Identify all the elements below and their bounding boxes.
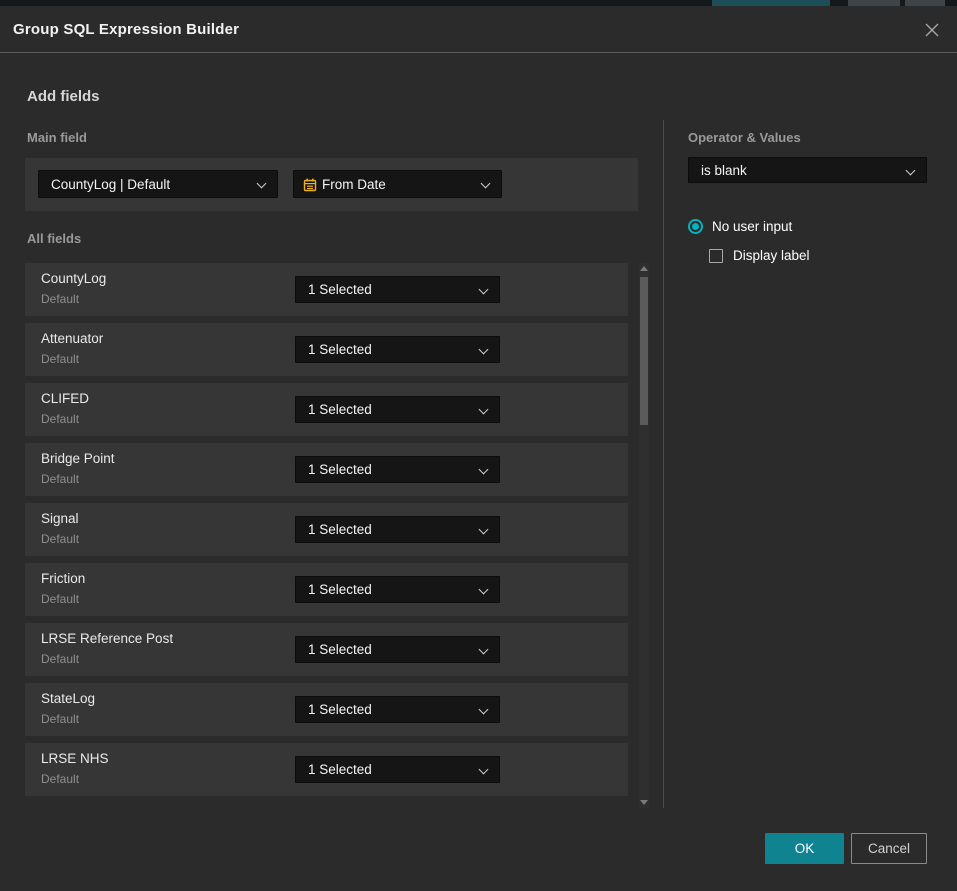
main-field-label: Main field bbox=[27, 130, 87, 145]
scroll-down-icon[interactable] bbox=[640, 800, 648, 805]
dialog-titlebar: Group SQL Expression Builder bbox=[0, 6, 957, 53]
operator-dropdown[interactable]: is blank bbox=[688, 157, 927, 183]
field-selection-value: 1 Selected bbox=[308, 282, 372, 297]
field-selection-dropdown[interactable]: 1 Selected bbox=[295, 456, 500, 483]
field-row: CountyLog Default 1 Selected bbox=[25, 263, 628, 316]
close-icon bbox=[924, 22, 940, 38]
chevron-down-icon bbox=[479, 465, 489, 475]
no-user-input-radio[interactable]: No user input bbox=[688, 219, 792, 234]
field-row: Signal Default 1 Selected bbox=[25, 503, 628, 556]
field-selection-value: 1 Selected bbox=[308, 402, 372, 417]
field-row: LRSE NHS Default 1 Selected bbox=[25, 743, 628, 796]
chevron-down-icon bbox=[479, 285, 489, 295]
field-row: Friction Default 1 Selected bbox=[25, 563, 628, 616]
field-selection-value: 1 Selected bbox=[308, 342, 372, 357]
field-name: Friction bbox=[41, 571, 85, 586]
checkbox-label: Display label bbox=[733, 248, 810, 263]
main-field-field-dropdown[interactable]: From Date bbox=[293, 170, 502, 198]
field-name: Signal bbox=[41, 511, 79, 526]
calendar-icon bbox=[302, 177, 318, 193]
radio-icon bbox=[688, 219, 703, 234]
chevron-down-icon bbox=[479, 345, 489, 355]
checkbox-icon bbox=[709, 249, 723, 263]
field-subtitle: Default bbox=[41, 712, 79, 726]
field-subtitle: Default bbox=[41, 472, 79, 486]
field-row: Bridge Point Default 1 Selected bbox=[25, 443, 628, 496]
chevron-down-icon bbox=[479, 405, 489, 415]
field-name: CountyLog bbox=[41, 271, 106, 286]
field-subtitle: Default bbox=[41, 772, 79, 786]
close-button[interactable] bbox=[919, 17, 945, 43]
operator-values-heading: Operator & Values bbox=[688, 130, 801, 145]
field-selection-value: 1 Selected bbox=[308, 522, 372, 537]
main-field-field-value: From Date bbox=[322, 177, 386, 192]
main-field-source-value: CountyLog | Default bbox=[51, 177, 170, 192]
field-subtitle: Default bbox=[41, 592, 79, 606]
field-subtitle: Default bbox=[41, 352, 79, 366]
main-field-source-dropdown[interactable]: CountyLog | Default bbox=[38, 170, 278, 198]
field-selection-dropdown[interactable]: 1 Selected bbox=[295, 396, 500, 423]
fields-list-scrollbar[interactable] bbox=[639, 263, 649, 808]
all-fields-label: All fields bbox=[27, 231, 81, 246]
field-row: LRSE Reference Post Default 1 Selected bbox=[25, 623, 628, 676]
field-subtitle: Default bbox=[41, 532, 79, 546]
display-label-checkbox[interactable]: Display label bbox=[709, 248, 810, 263]
chevron-down-icon bbox=[479, 645, 489, 655]
field-subtitle: Default bbox=[41, 412, 79, 426]
field-selection-dropdown[interactable]: 1 Selected bbox=[295, 636, 500, 663]
field-row: StateLog Default 1 Selected bbox=[25, 683, 628, 736]
chevron-down-icon bbox=[481, 179, 491, 189]
field-subtitle: Default bbox=[41, 652, 79, 666]
field-name: StateLog bbox=[41, 691, 95, 706]
field-subtitle: Default bbox=[41, 292, 79, 306]
field-selection-dropdown[interactable]: 1 Selected bbox=[295, 756, 500, 783]
add-fields-heading: Add fields bbox=[27, 88, 100, 105]
field-selection-dropdown[interactable]: 1 Selected bbox=[295, 336, 500, 363]
ok-button[interactable]: OK bbox=[765, 833, 844, 864]
field-selection-value: 1 Selected bbox=[308, 582, 372, 597]
field-selection-dropdown[interactable]: 1 Selected bbox=[295, 516, 500, 543]
panel-divider bbox=[663, 120, 664, 808]
radio-label: No user input bbox=[712, 219, 792, 234]
field-selection-value: 1 Selected bbox=[308, 762, 372, 777]
field-selection-value: 1 Selected bbox=[308, 702, 372, 717]
field-selection-dropdown[interactable]: 1 Selected bbox=[295, 576, 500, 603]
chevron-down-icon bbox=[257, 179, 267, 189]
group-sql-expression-builder-dialog: Group SQL Expression Builder Add fields … bbox=[0, 6, 957, 891]
chevron-down-icon bbox=[479, 705, 489, 715]
chevron-down-icon bbox=[906, 166, 916, 176]
field-name: LRSE NHS bbox=[41, 751, 109, 766]
field-name: LRSE Reference Post bbox=[41, 631, 173, 646]
field-name: Bridge Point bbox=[41, 451, 115, 466]
scroll-up-icon[interactable] bbox=[640, 266, 648, 271]
scrollbar-thumb[interactable] bbox=[640, 277, 648, 425]
dialog-title: Group SQL Expression Builder bbox=[13, 21, 239, 38]
field-selection-dropdown[interactable]: 1 Selected bbox=[295, 276, 500, 303]
field-selection-value: 1 Selected bbox=[308, 462, 372, 477]
field-row: CLIFED Default 1 Selected bbox=[25, 383, 628, 436]
chevron-down-icon bbox=[479, 765, 489, 775]
field-selection-value: 1 Selected bbox=[308, 642, 372, 657]
field-name: CLIFED bbox=[41, 391, 89, 406]
chevron-down-icon bbox=[479, 525, 489, 535]
cancel-button[interactable]: Cancel bbox=[851, 833, 927, 864]
field-name: Attenuator bbox=[41, 331, 103, 346]
operator-value: is blank bbox=[701, 163, 747, 178]
main-field-panel: CountyLog | Default From Date bbox=[25, 158, 638, 211]
field-row: Attenuator Default 1 Selected bbox=[25, 323, 628, 376]
field-selection-dropdown[interactable]: 1 Selected bbox=[295, 696, 500, 723]
chevron-down-icon bbox=[479, 585, 489, 595]
